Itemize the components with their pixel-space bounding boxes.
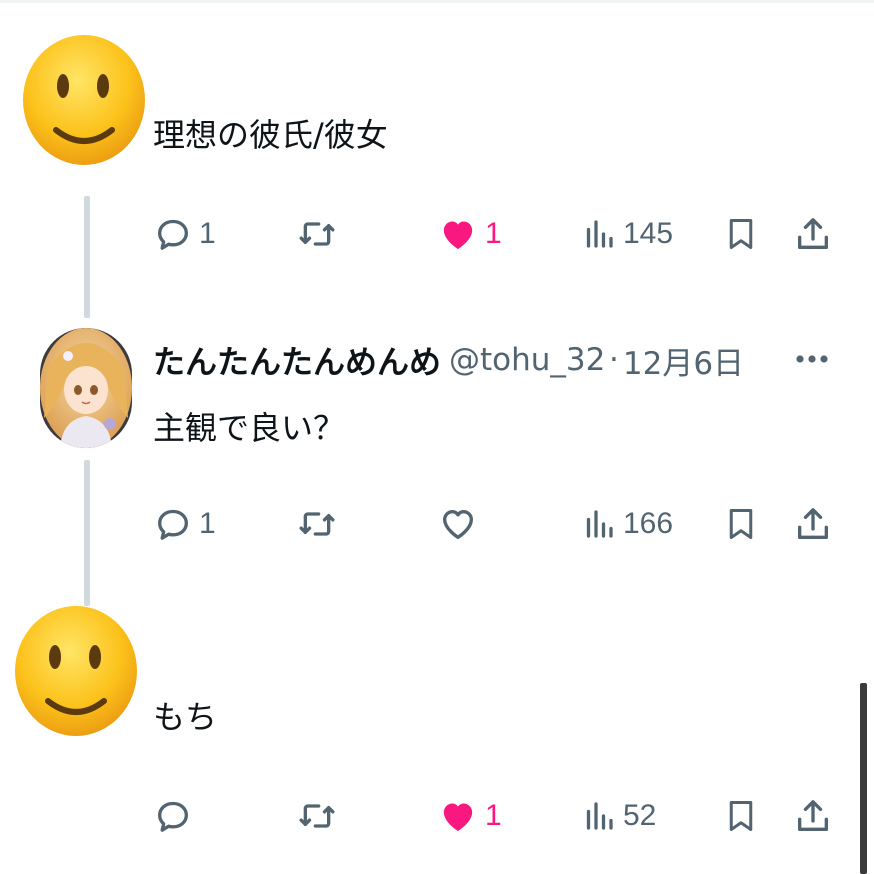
user-avatar[interactable] bbox=[40, 328, 132, 448]
bookmark-button[interactable] bbox=[723, 791, 759, 841]
views-bar-chart-icon bbox=[586, 510, 613, 538]
like-button[interactable]: 1 bbox=[437, 209, 502, 259]
heart-filled-icon bbox=[443, 221, 473, 249]
views-button[interactable]: 52 bbox=[581, 791, 656, 841]
bookmark-icon bbox=[729, 801, 753, 831]
bookmark-icon bbox=[729, 509, 753, 539]
heart-filled-icon bbox=[443, 803, 473, 831]
share-button[interactable] bbox=[793, 209, 833, 259]
retweet-button[interactable] bbox=[296, 499, 344, 549]
views-count: 166 bbox=[623, 507, 674, 540]
user-handle[interactable]: @tohu_323 bbox=[449, 342, 605, 378]
smiley-emoji-avatar[interactable] bbox=[14, 605, 138, 737]
retweet-button[interactable] bbox=[296, 791, 344, 841]
scrollbar[interactable] bbox=[860, 683, 867, 874]
like-count: 1 bbox=[485, 217, 502, 250]
reply-icon bbox=[158, 219, 188, 250]
top-divider bbox=[0, 0, 874, 3]
tweet-actions: 1 166 bbox=[153, 499, 843, 549]
more-options-button[interactable] bbox=[792, 344, 832, 374]
tweet-actions: 1 1 145 bbox=[153, 209, 843, 259]
tweet-date[interactable]: 12月6日 bbox=[623, 338, 744, 382]
reply-button[interactable] bbox=[153, 791, 199, 841]
tweet-text: 理想の彼氏/彼女 bbox=[153, 116, 388, 154]
retweet-button[interactable] bbox=[296, 209, 344, 259]
share-button[interactable] bbox=[793, 791, 833, 841]
share-icon bbox=[798, 218, 828, 249]
share-button[interactable] bbox=[793, 499, 833, 549]
views-bar-chart-icon bbox=[586, 220, 613, 248]
thread-connector bbox=[84, 460, 90, 606]
retweet-icon bbox=[299, 804, 335, 828]
bookmark-icon bbox=[729, 219, 753, 249]
reply-icon bbox=[158, 801, 188, 832]
views-bar-chart-icon bbox=[586, 802, 613, 830]
reply-count: 1 bbox=[199, 217, 216, 250]
like-button[interactable] bbox=[437, 499, 485, 549]
reply-button[interactable]: 1 bbox=[153, 209, 216, 259]
like-count: 1 bbox=[485, 799, 502, 832]
reply-count: 1 bbox=[199, 507, 216, 540]
views-button[interactable]: 145 bbox=[581, 209, 673, 259]
separator-dot: · bbox=[609, 342, 619, 378]
retweet-icon bbox=[299, 512, 335, 536]
views-count: 145 bbox=[623, 217, 674, 250]
like-button[interactable]: 1 bbox=[437, 791, 502, 841]
thread-connector bbox=[84, 196, 90, 318]
retweet-icon bbox=[299, 222, 335, 246]
tweet-header: たんたんたんめんめ @tohu_323 · 12月6日 bbox=[153, 338, 833, 382]
display-name[interactable]: たんたんたんめんめ bbox=[153, 338, 441, 382]
tweet-actions: 1 52 bbox=[153, 791, 843, 841]
reply-button[interactable]: 1 bbox=[153, 499, 216, 549]
tweet-text: もち bbox=[153, 698, 218, 736]
smiley-emoji-avatar[interactable] bbox=[22, 34, 146, 166]
reply-icon bbox=[158, 509, 188, 540]
heart-outline-icon bbox=[443, 510, 473, 539]
bookmark-button[interactable] bbox=[723, 499, 759, 549]
views-button[interactable]: 166 bbox=[581, 499, 673, 549]
more-dots-icon bbox=[796, 355, 828, 363]
tweet-text: 主観で良い？ bbox=[153, 409, 346, 447]
share-icon bbox=[798, 800, 828, 831]
bookmark-button[interactable] bbox=[723, 209, 759, 259]
views-count: 52 bbox=[623, 799, 657, 832]
share-icon bbox=[798, 508, 828, 539]
